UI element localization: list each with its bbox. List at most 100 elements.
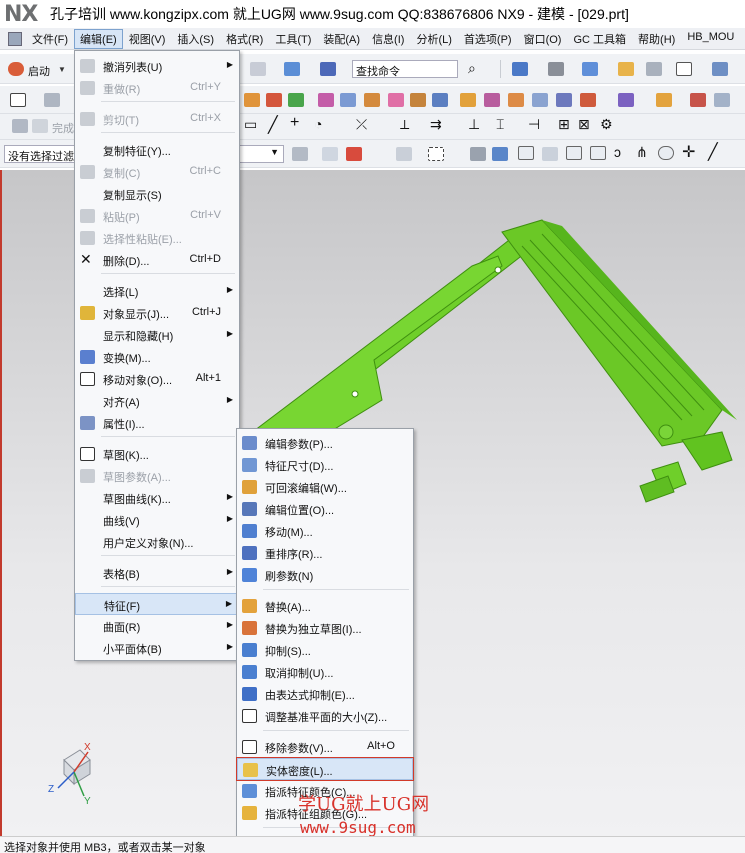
edge-blend-icon[interactable] <box>340 93 356 107</box>
point-plus-icon[interactable]: + <box>290 114 299 132</box>
mirror-curve-icon[interactable]: ⊥ <box>468 116 480 133</box>
fillet-sketch-icon[interactable]: ◔ <box>314 116 322 132</box>
edit-menu-item[interactable]: 复制(C) Ctrl+C <box>75 161 239 183</box>
menu-6[interactable]: 装配(A) <box>317 29 366 49</box>
chamfer-icon[interactable] <box>364 93 380 107</box>
move-face-icon[interactable] <box>656 93 672 107</box>
sketch-task-icon[interactable] <box>12 119 28 133</box>
snap-existing-point-icon[interactable]: ✛ <box>682 142 695 162</box>
rectangle-icon[interactable]: ▭ <box>244 116 257 133</box>
edit-menu-item[interactable]: 变换(M)... <box>75 346 239 368</box>
edit-menu-item[interactable]: 对象显示(J)... Ctrl+J <box>75 302 239 324</box>
feature-menu-item[interactable]: 重排序(R)... <box>237 542 413 564</box>
edit-menu-item[interactable]: 曲线(V) ▶ <box>75 509 239 531</box>
feature-menu-item[interactable]: 编辑参数(P)... <box>237 432 413 454</box>
edit-menu-item[interactable]: 复制显示(S) <box>75 183 239 205</box>
feature-menu-item[interactable]: 移动(M)... <box>237 520 413 542</box>
feature-menu-item[interactable]: 替换为独立草图(I)... <box>237 617 413 639</box>
finish-sketch-button[interactable]: 完成 <box>52 120 74 136</box>
menu-7[interactable]: 信息(I) <box>366 29 410 49</box>
edit-menu-item[interactable]: 属性(I)... <box>75 412 239 434</box>
layer-icon[interactable] <box>646 62 662 76</box>
edit-menu-item[interactable]: 草图参数(A)... <box>75 465 239 487</box>
feature-menu-item[interactable]: 调整基准平面的大小(Z)... <box>237 705 413 727</box>
line-icon[interactable]: ╱ <box>268 115 278 135</box>
deselect-icon[interactable] <box>396 147 412 161</box>
edit-menu-item[interactable]: 用户定义对象(N)... <box>75 531 239 553</box>
menu-1[interactable]: 编辑(E) <box>74 28 123 49</box>
snap-icon[interactable] <box>322 147 338 161</box>
mirror-icon[interactable] <box>484 93 500 107</box>
revolve-icon[interactable] <box>266 93 282 107</box>
snap-tangent-icon[interactable]: ╱ <box>708 142 718 162</box>
window-menu-icon[interactable] <box>8 31 22 46</box>
menu-11[interactable]: GC 工具箱 <box>567 29 632 49</box>
start-dropdown-icon[interactable]: ▼ <box>58 65 66 74</box>
datum-icon[interactable] <box>44 93 60 107</box>
view-layout-icon[interactable] <box>512 62 528 76</box>
extrude-icon[interactable] <box>244 93 260 107</box>
sew-icon[interactable] <box>580 93 596 107</box>
edit-menu-item[interactable]: 对齐(A) ▶ <box>75 390 239 412</box>
edit-menu-item[interactable]: 撤消列表(U) ▶ <box>75 55 239 77</box>
edit-menu-item[interactable]: 表格(B) ▶ <box>75 562 239 584</box>
edit-menu-item[interactable]: 选择(L) ▶ <box>75 280 239 302</box>
snap-curve-icon[interactable]: ↄ <box>614 144 621 160</box>
edit-menu-item[interactable]: 选择性粘贴(E)... <box>75 227 239 249</box>
select-feature-icon[interactable] <box>492 147 508 161</box>
shaded-cube-icon[interactable] <box>582 62 598 76</box>
snap-options-icon[interactable] <box>542 147 558 161</box>
delete-face-icon[interactable] <box>690 93 706 107</box>
hole-icon[interactable] <box>288 93 304 107</box>
feature-menu-item[interactable]: 特征尺寸(D)... <box>237 454 413 476</box>
trim-body-icon[interactable] <box>508 93 524 107</box>
edit-menu-item[interactable]: 粘贴(P) Ctrl+V <box>75 205 239 227</box>
edit-menu-item[interactable]: 移动对象(O)... Alt+1 <box>75 368 239 390</box>
new-sketch-icon[interactable] <box>10 93 26 107</box>
auto-constrain-icon[interactable]: ⊞ <box>558 116 570 133</box>
boolean-icon[interactable] <box>318 93 334 107</box>
feature-menu-item[interactable]: 刷参数(N) <box>237 564 413 586</box>
feature-menu-item[interactable]: 移除参数(V)... Alt+O <box>237 736 413 758</box>
edit-menu-item[interactable]: 特征(F) ▶ <box>75 593 239 615</box>
feature-menu-item[interactable]: 抑制(S)... <box>237 639 413 661</box>
split-body-icon[interactable] <box>532 93 548 107</box>
menu-9[interactable]: 首选项(P) <box>458 29 518 49</box>
menu-4[interactable]: 格式(R) <box>220 29 269 49</box>
show-constraints-icon[interactable]: ⊠ <box>578 116 590 133</box>
feature-menu-item[interactable]: 可回滚编辑(W)... <box>237 476 413 498</box>
edit-menu-item[interactable]: 小平面体(B) ▶ <box>75 637 239 659</box>
edit-menu-item[interactable]: ✕ 删除(D)... Ctrl+D <box>75 249 239 271</box>
offset-face-icon[interactable] <box>432 93 448 107</box>
edit-menu-item[interactable]: 草图曲线(K)... ▶ <box>75 487 239 509</box>
feature-menu-item[interactable]: 取消抑制(U)... <box>237 661 413 683</box>
snap-midpoint-icon[interactable] <box>590 146 606 160</box>
select-body-icon[interactable] <box>470 147 486 161</box>
edit-menu-item[interactable]: 重做(R) Ctrl+Y <box>75 77 239 99</box>
quick-extend-icon[interactable]: ⟂ <box>400 116 409 133</box>
edit-menu-item[interactable]: 曲面(R) ▶ <box>75 615 239 637</box>
thicken-icon[interactable] <box>556 93 572 107</box>
general-select-icon[interactable] <box>292 147 308 161</box>
edit-menu-item[interactable]: 复制特征(Y)... <box>75 139 239 161</box>
snap-endpoint-icon[interactable] <box>566 146 582 160</box>
snap-intersect-icon[interactable]: ⋔ <box>636 144 648 161</box>
menu-8[interactable]: 分析(L) <box>410 29 457 49</box>
rectangle-select-icon[interactable] <box>428 147 444 161</box>
replace-face-icon[interactable] <box>714 93 730 107</box>
convert-reference-icon[interactable]: ⚙ <box>600 116 613 133</box>
constraint-icon[interactable]: ⊣ <box>528 116 540 133</box>
folder-icon[interactable] <box>618 62 634 76</box>
menu-2[interactable]: 视图(V) <box>123 29 172 49</box>
snap-center-icon[interactable] <box>658 146 674 160</box>
menu-12[interactable]: 帮助(H) <box>632 29 681 49</box>
select-face-icon[interactable] <box>346 147 362 161</box>
start-icon[interactable] <box>8 62 24 76</box>
dimension-icon[interactable]: ⌶ <box>496 116 504 133</box>
shell-icon[interactable] <box>388 93 404 107</box>
sync-model-icon[interactable] <box>618 93 634 107</box>
start-button[interactable]: 启动 <box>28 63 50 79</box>
menu-13[interactable]: HB_MOU <box>681 29 740 49</box>
menu-3[interactable]: 插入(S) <box>171 29 220 49</box>
feature-menu-item[interactable]: 替换(A)... <box>237 595 413 617</box>
